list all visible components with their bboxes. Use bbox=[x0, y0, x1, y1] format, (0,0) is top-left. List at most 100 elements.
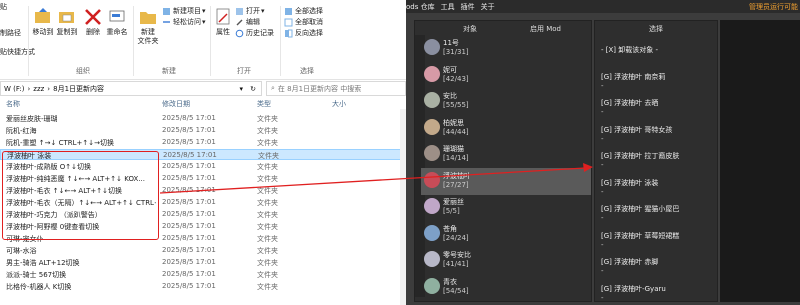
file-row[interactable]: 浮波柚叶-阿野樱 0键查看切换 2025/8/5 17:01 文件夹 bbox=[0, 221, 406, 232]
column-header: 名称 修改日期 类型 大小 bbox=[0, 97, 406, 109]
delete-label: 删除 bbox=[86, 28, 100, 36]
file-type: 文件夹 bbox=[257, 139, 278, 147]
file-name: 浮波柚叶-巧克力 （派趴警告） bbox=[6, 211, 102, 219]
invert-select-button[interactable]: 反向选择 bbox=[284, 28, 323, 38]
refresh-icon[interactable]: ↻ bbox=[250, 85, 256, 93]
column-name[interactable]: 名称 bbox=[6, 99, 20, 109]
mod-option[interactable]: - [X] 卸载该对象 - bbox=[601, 45, 658, 55]
properties-button[interactable]: 属性 bbox=[213, 6, 233, 37]
invert-select-label: 反向选择 bbox=[295, 29, 323, 37]
column-date[interactable]: 修改日期 bbox=[162, 99, 190, 109]
file-row[interactable]: 浮波柚叶-毛衣 ↑↓←→ ALT+↑↓切换 2025/8/5 17:01 文件夹 bbox=[0, 185, 406, 196]
search-input[interactable]: ⌕ 在 8月1日更新内容 中搜索 bbox=[266, 81, 406, 96]
file-date: 2025/8/5 17:01 bbox=[162, 234, 216, 242]
mod-option-dash: - bbox=[601, 108, 604, 116]
character-item[interactable]: 零号安比 [41/41] bbox=[421, 247, 591, 274]
mod-option-dash: - bbox=[601, 161, 604, 169]
character-count: [24/24] bbox=[443, 233, 469, 242]
paste-shortcut-button[interactable]: 贴快捷方式 bbox=[0, 47, 35, 57]
breadcrumb-drive[interactable]: W (F:) bbox=[4, 85, 24, 93]
avatar bbox=[424, 198, 440, 214]
address-bar-row: W (F:) › zzz › 8月1日更新内容 ▾ ↻ ⌕ 在 8月1日更新内容… bbox=[0, 81, 406, 96]
mod-option-dash: - bbox=[601, 134, 604, 143]
file-row[interactable]: 浮波柚叶-成熟版 O↑↓切换 2025/8/5 17:01 文件夹 bbox=[0, 161, 406, 172]
character-count: [31/31] bbox=[443, 48, 469, 56]
select-none-label: 全部取消 bbox=[295, 18, 323, 26]
character-item[interactable]: 妮可 [42/43] bbox=[421, 62, 591, 89]
easy-access-label: 轻松访问 bbox=[173, 18, 201, 26]
admin-warning-link[interactable]: 管理员运行可能 bbox=[749, 2, 798, 12]
copy-to-button[interactable]: 复制到 bbox=[56, 6, 78, 37]
file-row[interactable]: 阮机-红海 2025/8/5 17:01 文件夹 bbox=[0, 125, 406, 136]
character-item[interactable]: 珊瑚猫 [14/14] bbox=[421, 141, 591, 168]
select-none-button[interactable]: 全部取消 bbox=[284, 17, 323, 27]
history-button[interactable]: 历史记录 bbox=[235, 28, 274, 38]
new-folder-button[interactable]: 新建 文件夹 bbox=[136, 6, 160, 46]
character-item[interactable]: 青衣 [54/54] bbox=[421, 274, 591, 301]
file-row[interactable]: 爱丽丝皮肤-珊瑚 2025/8/5 17:01 文件夹 bbox=[0, 113, 406, 124]
select-all-button[interactable]: 全部选择 bbox=[284, 6, 323, 16]
mod-option[interactable]: [G] 浮波柚叶 赤脚 bbox=[601, 257, 658, 267]
edit-button[interactable]: 编辑 bbox=[235, 17, 260, 27]
move-to-button[interactable]: 移动到 bbox=[32, 6, 54, 37]
file-date: 2025/8/5 17:01 bbox=[162, 282, 216, 290]
file-row[interactable]: 比格伶-机器人 K切换 2025/8/5 17:01 文件夹 bbox=[0, 281, 406, 292]
mod-option[interactable]: [G] 浮波柚叶-Gyaru bbox=[601, 284, 666, 294]
rename-label: 重命名 bbox=[106, 28, 128, 36]
menu-about[interactable]: 关于 bbox=[481, 2, 495, 12]
character-count: [42/43] bbox=[443, 74, 469, 83]
character-item[interactable]: 浮波柚叶 [27/27] bbox=[421, 167, 591, 195]
column-size[interactable]: 大小 bbox=[332, 99, 346, 109]
mod-option[interactable]: [G] 浮波柚叶 猩猫小屋巴 bbox=[601, 204, 679, 214]
open-button[interactable]: 打开 ▾ bbox=[235, 6, 265, 16]
file-name: 可琳-宠女仆 bbox=[6, 235, 44, 243]
file-row[interactable]: 浮波柚叶-毛衣（无隔）↑↓←→ ALT+↑↓ CTRL+... 2025/8/5 … bbox=[0, 197, 406, 208]
new-item-button[interactable]: 新建项目 ▾ bbox=[162, 6, 206, 16]
breadcrumb-zzz[interactable]: zzz bbox=[33, 85, 44, 93]
file-row[interactable]: 男主-骑浩 ALT+12切换 2025/8/5 17:01 文件夹 bbox=[0, 257, 406, 268]
mod-option[interactable]: [G] 浮波柚叶 拉丁裔皮肤 bbox=[601, 151, 679, 161]
pin-button[interactable]: 贴 bbox=[0, 2, 7, 12]
file-row[interactable]: 阮机-重塑 ↑→↓ CTRL+↑↓→切换 2025/8/5 17:01 文件夹 bbox=[0, 137, 406, 148]
breadcrumb-current[interactable]: 8月1日更新内容 bbox=[53, 84, 104, 94]
file-row[interactable]: 可琳-水浴 2025/8/5 17:01 文件夹 bbox=[0, 245, 406, 256]
mod-option[interactable]: [G] 浮波柚叶 泳装 bbox=[601, 178, 658, 188]
easy-access-button[interactable]: 轻松访问 ▾ bbox=[162, 17, 206, 27]
group-label-open: 打开 bbox=[237, 67, 251, 75]
menu-plugins[interactable]: 插件 bbox=[461, 2, 475, 12]
character-item[interactable]: 苍角 [24/24] bbox=[421, 221, 591, 248]
file-name: 阮机-红海 bbox=[6, 127, 37, 135]
file-name: 阮机-重塑 ↑→↓ CTRL+↑↓→切换 bbox=[6, 139, 114, 147]
character-count: [55/55] bbox=[443, 101, 469, 109]
menu-mods-repo[interactable]: ods 仓库 bbox=[406, 2, 435, 12]
file-row[interactable]: 浮波柚叶-纯纯恶魔 ↑↓←→ ALT+↑↓ KOX... 2025/8/5 17:… bbox=[0, 173, 406, 184]
rename-button[interactable]: 重命名 bbox=[105, 6, 129, 37]
copy-path-button[interactable]: 制路径 bbox=[0, 28, 21, 38]
mod-option[interactable]: [G] 浮波柚叶 去晒 bbox=[601, 98, 658, 108]
file-row[interactable]: 浮波柚叶 泳装 2025/8/5 17:01 文件夹 bbox=[0, 149, 406, 160]
avatar bbox=[424, 92, 440, 108]
file-row[interactable]: 派派-骑士 567切换 2025/8/5 17:01 文件夹 bbox=[0, 269, 406, 280]
character-item[interactable]: 爱丽丝 [5/5] bbox=[421, 194, 591, 221]
file-row[interactable]: 可琳-宠女仆 2025/8/5 17:01 文件夹 bbox=[0, 233, 406, 244]
character-item[interactable]: 柏妮思 [44/44] bbox=[421, 115, 591, 142]
file-row[interactable]: 浮波柚叶-巧克力 （派趴警告） 2025/8/5 17:01 文件夹 bbox=[0, 209, 406, 220]
character-item[interactable]: 安比 [55/55] bbox=[421, 88, 591, 115]
character-item[interactable]: 11号 [31/31] bbox=[421, 35, 591, 62]
mod-option[interactable]: [G] 浮波柚叶 哥特女孩 bbox=[601, 125, 672, 135]
mod-option[interactable]: [G] 浮波柚叶 草莓短裙糕 bbox=[601, 231, 679, 241]
group-label-organize: 组织 bbox=[76, 67, 90, 75]
column-type[interactable]: 类型 bbox=[257, 99, 271, 109]
menu-tools[interactable]: 工具 bbox=[441, 2, 455, 12]
avatar bbox=[424, 171, 440, 188]
mod-option[interactable]: [G] 浮波柚叶 南奈莉 bbox=[601, 72, 665, 82]
delete-button[interactable]: 删除 bbox=[83, 6, 103, 37]
file-date: 2025/8/5 17:01 bbox=[162, 246, 216, 254]
mod-option-dash: - bbox=[601, 214, 604, 222]
move-to-icon bbox=[35, 8, 50, 23]
file-date: 2025/8/5 17:01 bbox=[162, 222, 216, 230]
address-dropdown-icon[interactable]: ▾ bbox=[239, 85, 243, 93]
address-bar[interactable]: W (F:) › zzz › 8月1日更新内容 ▾ ↻ bbox=[0, 81, 262, 96]
file-type: 文件夹 bbox=[257, 271, 278, 279]
file-name: 浮波柚叶-毛衣 ↑↓←→ ALT+↑↓切换 bbox=[6, 187, 123, 195]
